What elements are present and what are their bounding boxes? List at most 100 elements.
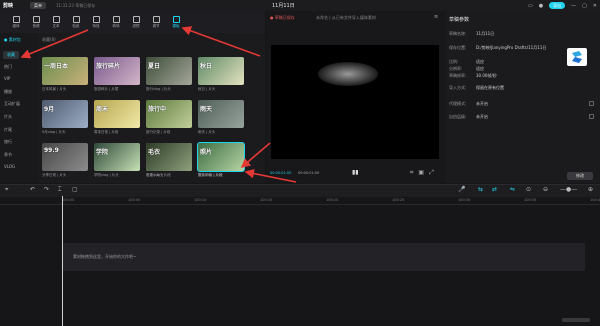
template-card[interactable]: 旅行碎片	[94, 57, 140, 85]
template-card[interactable]: 旅行中	[146, 100, 192, 128]
category-header: ● 素材包	[4, 37, 21, 42]
template-card[interactable]: 学院	[94, 143, 140, 171]
category-item[interactable]: 旅行	[4, 139, 12, 145]
tab-template[interactable]: 模板	[166, 11, 186, 33]
mic-icon[interactable]: 🎤	[458, 186, 465, 193]
zoom-in-icon[interactable]: ⊕	[588, 186, 593, 193]
minimize-icon[interactable]: —	[571, 3, 576, 9]
close-icon[interactable]: ✕	[593, 3, 597, 9]
undo-icon[interactable]: ↶	[30, 186, 35, 193]
play-icon[interactable]: ▮▮	[352, 169, 359, 176]
property-value: 30.00帧/秒	[476, 73, 497, 78]
template-card[interactable]: 照片	[197, 142, 245, 172]
category-item[interactable]: 收藏	[3, 51, 19, 59]
tab-transition[interactable]: 转场	[106, 11, 126, 33]
template-card[interactable]: 夏日	[146, 57, 192, 85]
template-card[interactable]: 毛衣	[146, 143, 192, 171]
template-tag: 9月	[44, 106, 55, 113]
category-item[interactable]: 互动扩展	[4, 101, 20, 107]
tab-label: 贴纸	[72, 23, 80, 28]
delete-icon[interactable]: ▢	[72, 186, 78, 193]
fit-icon[interactable]: ⌗	[410, 169, 413, 177]
linkage-icon[interactable]: ⇋	[510, 186, 515, 193]
template-card[interactable]: 周末	[94, 100, 140, 128]
adjust-icon	[152, 15, 160, 23]
main-track[interactable]	[63, 243, 585, 271]
fullscreen-icon[interactable]: ⤢	[429, 169, 434, 177]
layout-icon[interactable]: ▭	[528, 3, 533, 9]
category-item[interactable]: 播放	[4, 89, 12, 95]
preview-axis-icon[interactable]: ⊙	[526, 186, 531, 193]
template-card[interactable]: 9月	[42, 100, 88, 128]
category-item[interactable]: VIP	[4, 76, 10, 81]
category-item[interactable]: VLOG	[4, 164, 15, 169]
zoom-out-icon[interactable]: ⊖	[543, 186, 548, 193]
app-logo: 剪映	[3, 3, 14, 9]
select-icon[interactable]: ⌖	[5, 186, 8, 194]
ruler-tick-label: 100:30	[458, 198, 471, 202]
property-value: 未开启	[476, 101, 488, 106]
split-icon[interactable]: ⌶	[58, 186, 62, 194]
template-card[interactable]: 雨天	[198, 100, 244, 128]
category-item[interactable]: 季节	[4, 152, 12, 158]
template-card[interactable]: 秋日	[198, 57, 244, 85]
logo-shape-icon	[572, 51, 582, 63]
template-tag: 学院	[96, 149, 109, 156]
tab-label: 文本	[52, 23, 60, 28]
avatar-icon[interactable]: ●	[539, 3, 543, 9]
template-caption: 旅行记录 | 片段	[146, 130, 171, 134]
export-button[interactable]: 导出	[549, 2, 566, 9]
tab-label: 模板	[172, 23, 180, 28]
template-caption: 9月vlog | 片头	[42, 130, 66, 134]
tab-label: 转场	[112, 23, 120, 28]
media-icon	[12, 15, 20, 23]
zoom-slider-icon[interactable]: —●—	[560, 186, 577, 193]
tab-adjust[interactable]: 调节	[146, 11, 166, 33]
tab-sticker[interactable]: 贴纸	[66, 11, 86, 33]
tab-audio[interactable]: 音频	[26, 11, 46, 33]
template-tag: 周末	[96, 106, 109, 113]
ruler-tick-label: 100:20	[326, 198, 339, 202]
playhead[interactable]	[62, 196, 63, 326]
document-title: 11月11日	[272, 3, 295, 9]
ratio-icon[interactable]: ▣	[418, 169, 424, 177]
ruler-tick-label: 100:15	[260, 198, 273, 202]
template-card[interactable]: 一周日本	[42, 57, 88, 85]
property-key: 自由层级:	[449, 114, 467, 119]
tab-effects[interactable]: 特效	[86, 11, 106, 33]
autosave-status: 11:31:23 草稿已保存	[56, 3, 96, 8]
template-tag: 毛衣	[148, 149, 161, 156]
preview-frame	[318, 62, 378, 86]
more-icon[interactable]: ≡	[434, 14, 438, 20]
timeline-ruler[interactable]	[0, 197, 600, 205]
properties-title: 草稿参数	[449, 17, 470, 23]
property-toggle[interactable]	[589, 101, 594, 106]
category-item[interactable]: 片头	[4, 114, 12, 120]
ruler-tick-label: 100:40	[590, 198, 600, 202]
tab-media[interactable]: 媒体	[6, 11, 26, 33]
magnet-icon[interactable]: ⇄	[492, 186, 497, 193]
ruler-tick-label: 100:25	[392, 198, 405, 202]
filter-icon	[132, 15, 140, 23]
tab-label: 滤镜	[132, 23, 140, 28]
link-icon[interactable]: ⇆	[478, 186, 483, 193]
category-item[interactable]: 热门	[4, 64, 12, 70]
modify-button[interactable]: 修改	[567, 172, 593, 180]
tab-text[interactable]: 文本	[46, 11, 66, 33]
tab-filter[interactable]: 滤镜	[126, 11, 146, 33]
template-card[interactable]: 99.9	[42, 143, 88, 171]
timeline-scrollbar[interactable]	[562, 318, 590, 322]
template-caption: 学院vlog | 片头	[94, 173, 119, 177]
property-key: 草稿名称:	[449, 31, 467, 36]
template-tag: 秋日	[200, 63, 213, 70]
redo-icon[interactable]: ↷	[44, 186, 49, 193]
time-total: 00:00:01:00	[298, 171, 320, 175]
property-value: 保留在原有位置	[476, 85, 504, 90]
menu-button[interactable]: 菜单	[30, 2, 46, 9]
audio-icon	[32, 15, 40, 23]
maximize-icon[interactable]: ▢	[582, 3, 587, 9]
template-caption: 旅行vlog | 片头	[146, 87, 171, 91]
property-value: D:/剪映/JianyingPro Drafts/11月11日	[476, 45, 547, 50]
category-item[interactable]: 片尾	[4, 127, 12, 133]
property-toggle[interactable]	[589, 114, 594, 119]
